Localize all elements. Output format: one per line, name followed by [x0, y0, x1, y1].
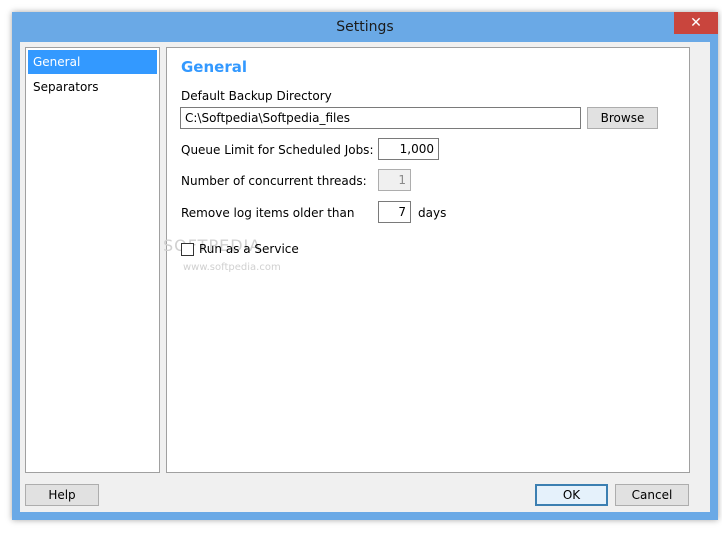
queue-limit-label: Queue Limit for Scheduled Jobs:	[181, 143, 374, 157]
queue-limit-field[interactable]: 1,000	[378, 138, 439, 160]
backup-dir-label: Default Backup Directory	[181, 89, 332, 103]
log-retention-field[interactable]: 7	[378, 201, 411, 223]
ok-button[interactable]: OK	[535, 484, 608, 506]
run-as-service-label: Run as a Service	[199, 242, 299, 256]
run-as-service-checkbox[interactable]	[181, 243, 194, 256]
settings-window: Settings ✕ General Separators General De…	[12, 12, 718, 520]
close-icon: ✕	[690, 15, 702, 31]
settings-category-list: General Separators	[25, 47, 160, 473]
page-title: General	[181, 58, 247, 76]
window-title: Settings	[336, 19, 394, 35]
threads-field: 1	[378, 169, 411, 191]
sidebar-item-general[interactable]: General	[28, 50, 157, 74]
threads-label: Number of concurrent threads:	[181, 174, 367, 188]
help-button[interactable]: Help	[25, 484, 99, 506]
log-retention-label: Remove log items older than	[181, 206, 355, 220]
close-button[interactable]: ✕	[674, 12, 718, 34]
cancel-button[interactable]: Cancel	[615, 484, 689, 506]
backup-dir-field[interactable]: C:\Softpedia\Softpedia_files	[180, 107, 581, 129]
dialog-client-area: General Separators General Default Backu…	[20, 42, 710, 512]
browse-button[interactable]: Browse	[587, 107, 658, 129]
sidebar-item-separators[interactable]: Separators	[28, 75, 157, 99]
watermark-url: www.softpedia.com	[183, 262, 281, 273]
log-retention-unit: days	[418, 206, 447, 220]
general-settings-panel: General Default Backup Directory C:\Soft…	[163, 47, 690, 473]
